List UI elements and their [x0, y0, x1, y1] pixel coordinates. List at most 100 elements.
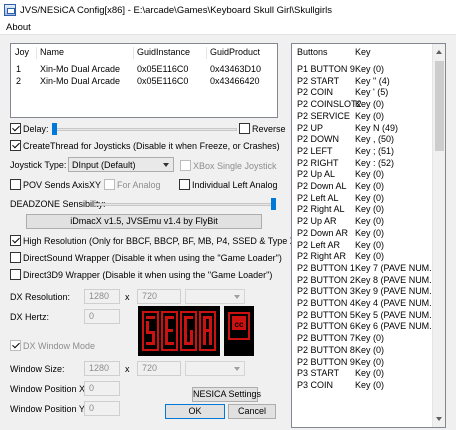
create-thread-checkbox[interactable] — [10, 140, 21, 151]
key-mapping-row[interactable]: P2 Up AL Key (0) — [292, 169, 432, 181]
window-width-input[interactable]: 1280 — [84, 361, 120, 376]
key-mapping-list[interactable]: Buttons Key P1 BUTTON 9 Key (0) P2 START Ke… — [291, 43, 446, 428]
xbox-single-checkbox[interactable] — [180, 160, 191, 171]
cancel-button[interactable]: Cancel — [228, 404, 276, 419]
pov-checkbox[interactable] — [10, 179, 21, 190]
dx-resolution-height-input[interactable]: 720 — [137, 289, 181, 304]
key-mapping-row[interactable]: P2 COIN Key ' (5) — [292, 87, 432, 99]
key-mapping-row[interactable]: P1 BUTTON 9 Key (0) — [292, 64, 432, 76]
key-mapping-row[interactable]: P2 SERVICE Key (0) — [292, 111, 432, 123]
guid-instance-cell: 0x05E116C0 — [137, 64, 189, 74]
guid-instance-column-header[interactable]: GuidInstance — [135, 47, 207, 59]
window-position-x-input[interactable]: 0 — [84, 381, 120, 396]
joystick-type-select[interactable]: DInput (Default) — [68, 157, 174, 172]
key-mapping-row[interactable]: P2 RIGHT Key : (52) — [292, 158, 432, 170]
resolution-times-label: x — [125, 292, 130, 302]
individual-left-analog-label: Individual Left Analog — [192, 180, 278, 190]
ok-button[interactable]: OK — [165, 404, 225, 419]
key-mapping-row[interactable]: P2 Right AL Key (0) — [292, 204, 432, 216]
window-size-select[interactable] — [185, 361, 245, 376]
menu-about[interactable]: About — [6, 22, 31, 33]
high-resolution-checkbox[interactable] — [10, 235, 21, 246]
dx-resolution-width-input[interactable]: 1280 — [84, 289, 120, 304]
scrollbar-thumb[interactable] — [435, 61, 444, 151]
guid-product-cell: 0x43466420 — [210, 76, 260, 86]
buttons-column-header[interactable]: Buttons — [297, 47, 328, 59]
key-column-header[interactable]: Key — [355, 47, 371, 59]
key-mapping-row[interactable]: P2 COINSLOT2 Key (0) — [292, 99, 432, 111]
key-value-cell: Key (0) — [355, 368, 385, 379]
button-name-cell: P2 BUTTON 3 — [297, 286, 355, 297]
deadzone-slider-thumb[interactable] — [271, 198, 276, 210]
key-mapping-row[interactable]: P2 BUTTON 7 Key (0) — [292, 333, 432, 345]
reverse-checkbox[interactable] — [239, 123, 250, 134]
key-value-cell: Key 9 (PAVE NUM... — [355, 286, 437, 297]
button-name-cell: P2 COIN — [297, 87, 334, 98]
dx-hertz-input[interactable]: 0 — [84, 309, 120, 324]
directsound-wrapper-checkbox[interactable] — [10, 252, 21, 263]
button-name-cell: P2 BUTTON 6 — [297, 321, 355, 332]
for-analog-checkbox[interactable] — [104, 179, 115, 190]
key-mapping-row[interactable]: P2 BUTTON 6 Key 6 (PAVE NUM... — [292, 321, 437, 333]
menu-bar: About — [0, 20, 456, 35]
key-value-cell: Key (0) — [355, 379, 385, 390]
name-column-header[interactable]: Name — [38, 47, 134, 59]
key-mapping-row[interactable]: P2 Left AR Key (0) — [292, 240, 432, 252]
key-mapping-row[interactable]: P2 BUTTON 8 Key (0) — [292, 345, 432, 357]
delay-slider-track[interactable] — [52, 128, 237, 131]
key-mapping-row[interactable]: P2 BUTTON 9 Key (0) — [292, 357, 432, 369]
key-mapping-row[interactable]: P2 Down AR Key (0) — [292, 228, 432, 240]
key-value-cell: Key 5 (PAVE NUM... — [355, 309, 437, 320]
key-mapping-row[interactable]: P2 Up AR Key (0) — [292, 216, 432, 228]
window-height-input[interactable]: 720 — [137, 361, 181, 376]
key-value-cell: Key (0) — [355, 181, 385, 191]
scroll-up-icon[interactable] — [436, 50, 442, 54]
key-mapping-row[interactable]: P2 Right AR Key (0) — [292, 251, 432, 263]
key-value-cell: Key 8 (PAVE NUM... — [355, 274, 437, 285]
joy-column-header[interactable]: Joy — [15, 47, 37, 59]
joystick-row[interactable]: 1 Xin-Mo Dual Arcade 0x05E116C0 0x43463D… — [11, 64, 277, 76]
button-name-cell: P2 BUTTON 9 — [297, 356, 355, 367]
key-value-cell: Key (0) — [355, 344, 385, 355]
direct3d9-wrapper-checkbox[interactable] — [10, 269, 21, 280]
key-mapping-row[interactable]: P2 BUTTON 1 Key 7 (PAVE NUM... — [292, 263, 437, 275]
joystick-list[interactable]: Joy Name GuidInstance GuidProduct 1 Xin-… — [10, 43, 278, 118]
dx-resolution-select[interactable] — [185, 289, 245, 304]
window-size-times-label: x — [125, 364, 130, 374]
key-mapping-row[interactable]: P2 BUTTON 5 Key 5 (PAVE NUM... — [292, 310, 437, 322]
deadzone-slider-track[interactable] — [94, 203, 276, 206]
button-name-cell: P2 Up AR — [297, 216, 337, 227]
button-name-cell: P3 START — [297, 368, 340, 379]
individual-left-analog-checkbox[interactable] — [179, 179, 190, 190]
button-name-cell: P2 Down AR — [297, 227, 349, 238]
scroll-down-icon[interactable] — [436, 417, 442, 421]
guid-product-column-header[interactable]: GuidProduct — [208, 47, 276, 59]
pov-label: POV Sends AxisXY — [23, 180, 102, 190]
key-mapping-row[interactable]: P2 DOWN Key , (50) — [292, 134, 432, 146]
key-mapping-row[interactable]: P2 UP Key N (49) — [292, 123, 432, 135]
key-mapping-row[interactable]: P2 BUTTON 3 Key 9 (PAVE NUM... — [292, 286, 437, 298]
key-list-scrollbar[interactable] — [432, 44, 445, 427]
window-title: JVS/NESiCA Config[x86] - E:\arcade\Games… — [20, 4, 333, 16]
key-mapping-row[interactable]: P2 BUTTON 4 Key 4 (PAVE NUM... — [292, 298, 437, 310]
key-mapping-row[interactable]: P2 Down AL Key (0) — [292, 181, 432, 193]
key-mapping-row[interactable]: P2 LEFT Key ; (51) — [292, 146, 432, 158]
dx-window-mode-checkbox[interactable] — [10, 340, 21, 351]
delay-slider-thumb[interactable] — [52, 123, 57, 135]
key-mapping-row[interactable]: P2 Left AL Key (0) — [292, 193, 432, 205]
nesica-settings-button[interactable]: NESICA Settings — [192, 387, 261, 402]
key-mapping-row[interactable]: P3 COIN Key (0) — [292, 380, 432, 392]
window-position-x-label: Window Position X: — [10, 384, 88, 394]
key-value-cell: Key 7 (PAVE NUM... — [355, 262, 437, 273]
dx-resolution-label: DX Resolution: — [10, 292, 71, 302]
window-position-y-input[interactable]: 0 — [84, 401, 120, 416]
key-value-cell: Key (0) — [355, 192, 385, 203]
key-mapping-row[interactable]: P2 START Key " (4) — [292, 76, 432, 88]
joystick-row[interactable]: 2 Xin-Mo Dual Arcade 0x05E116C0 0x434664… — [11, 76, 277, 88]
key-mapping-row[interactable]: P3 START Key (0) — [292, 368, 432, 380]
key-value-cell: Key (0) — [355, 110, 385, 121]
joystick-type-label: Joystick Type: — [10, 160, 67, 170]
key-mapping-row[interactable]: P2 BUTTON 2 Key 8 (PAVE NUM... — [292, 275, 437, 287]
button-name-cell: P2 BUTTON 7 — [297, 333, 355, 344]
delay-checkbox[interactable] — [10, 123, 21, 134]
